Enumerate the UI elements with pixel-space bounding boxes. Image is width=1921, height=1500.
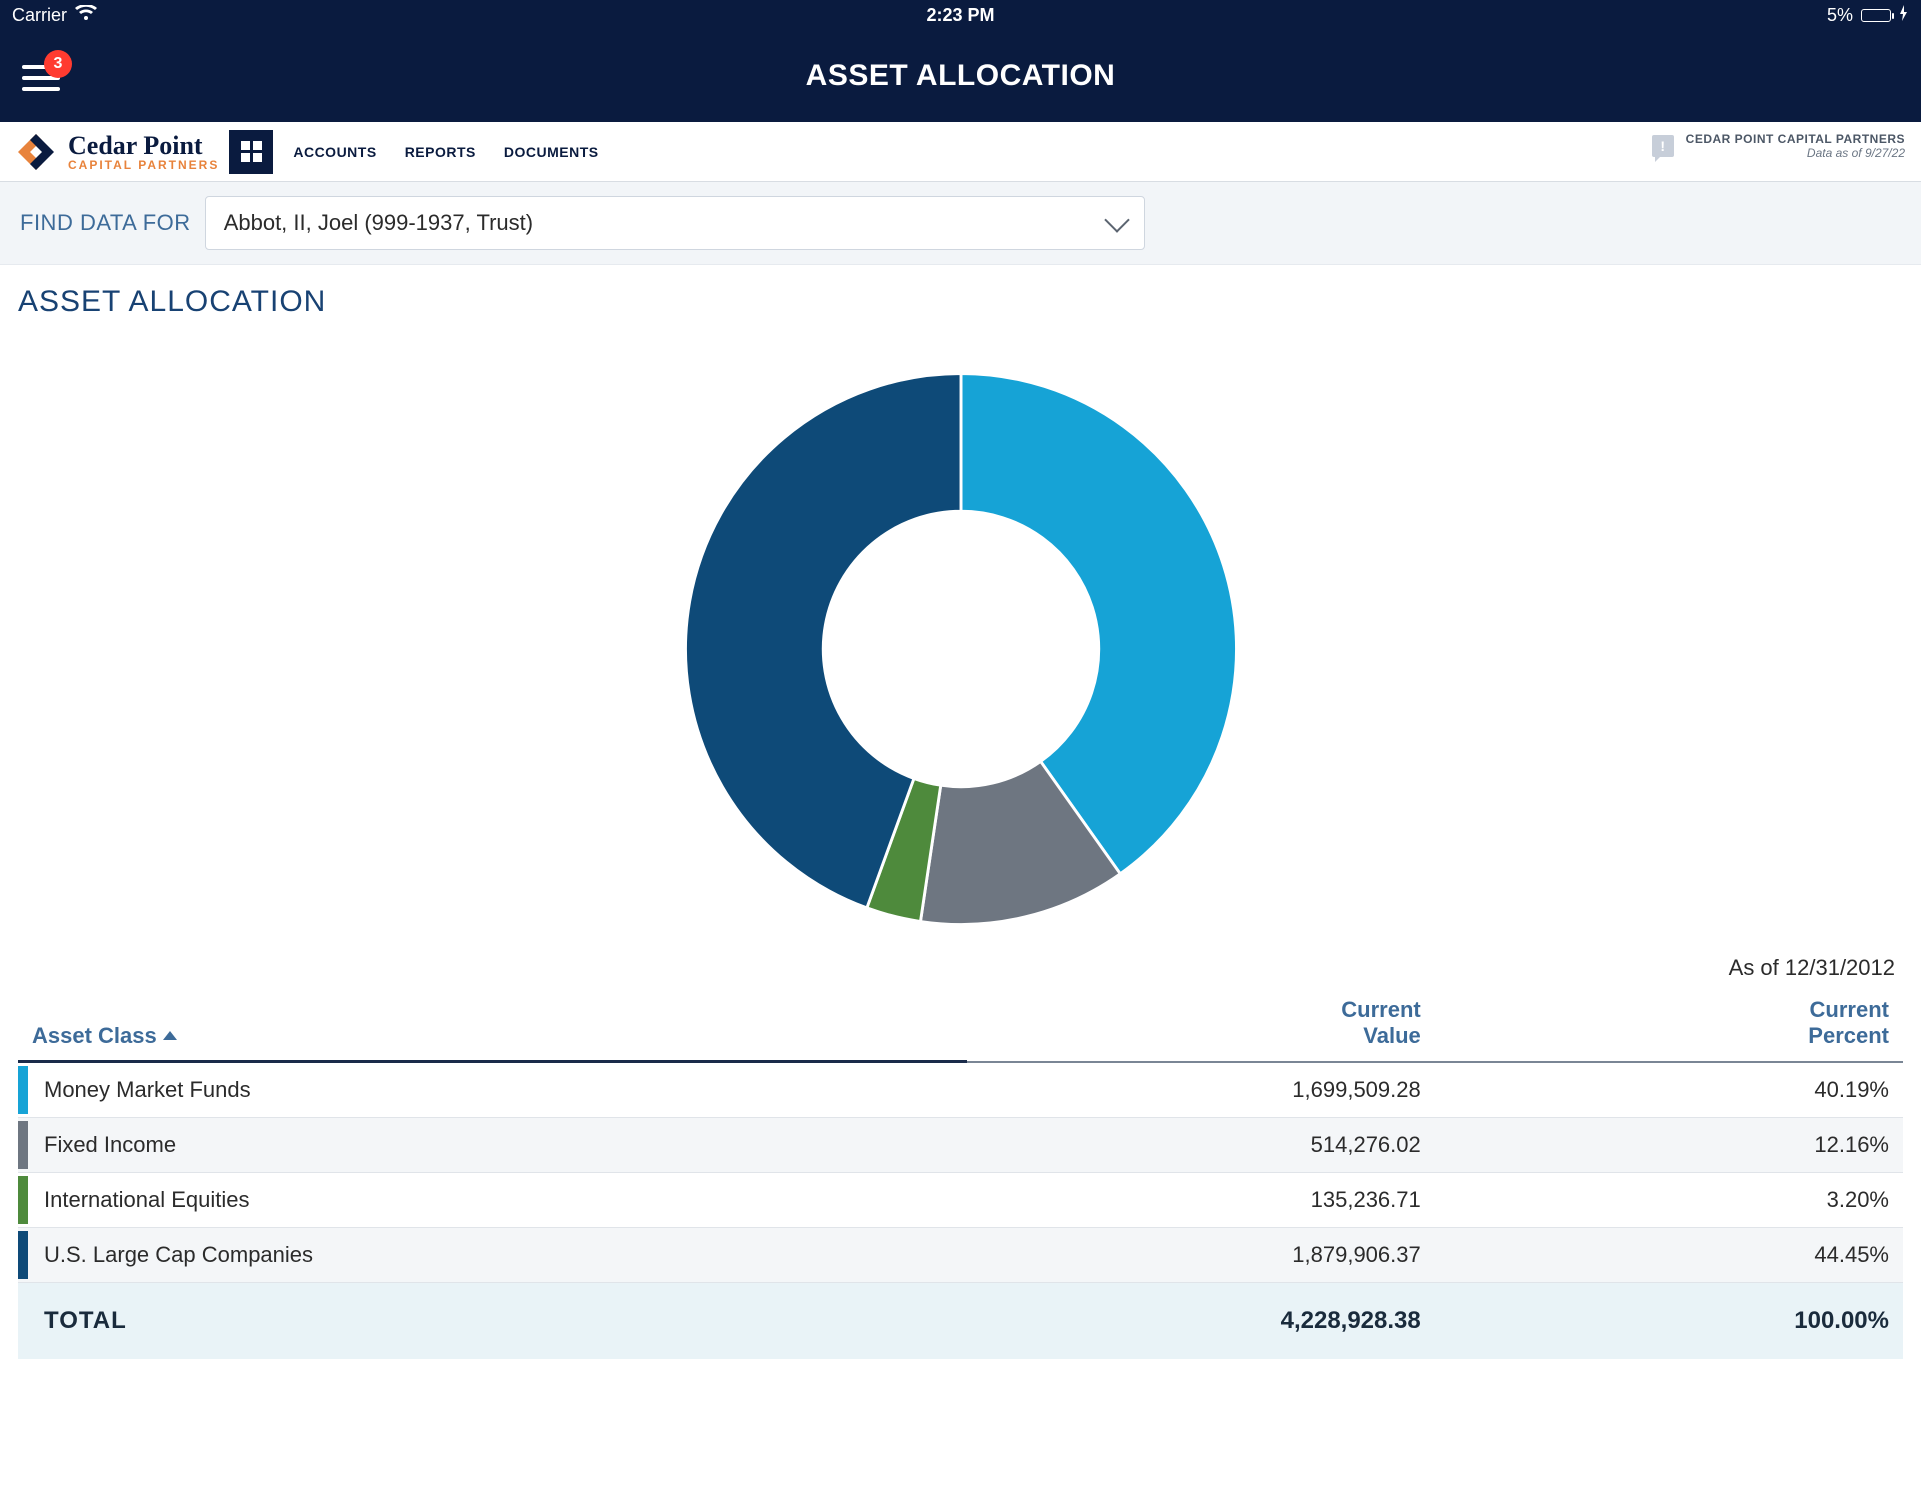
alerts-icon[interactable]: ! xyxy=(1652,135,1674,157)
row-asset-class: International Equities xyxy=(30,1173,967,1228)
row-color-swatch xyxy=(18,1121,28,1169)
find-data-for-label: FIND DATA FOR xyxy=(20,210,191,236)
allocation-donut-chart xyxy=(671,359,1251,939)
row-current-percent: 12.16% xyxy=(1435,1118,1903,1173)
total-percent: 100.00% xyxy=(1435,1283,1903,1360)
top-nav-bar: Cedar Point CAPITAL PARTNERS ACCOUNTS RE… xyxy=(0,122,1921,182)
total-value: 4,228,928.38 xyxy=(967,1283,1435,1360)
account-selector-bar: FIND DATA FOR Abbot, II, Joel (999-1937,… xyxy=(0,182,1921,265)
sort-ascending-icon xyxy=(163,1031,177,1040)
col-header-current-percent[interactable]: CurrentPercent xyxy=(1435,987,1903,1062)
row-color-swatch xyxy=(18,1176,28,1224)
row-current-percent: 40.19% xyxy=(1435,1062,1903,1118)
carrier-label: Carrier xyxy=(12,5,67,26)
row-current-value: 135,236.71 xyxy=(967,1173,1435,1228)
row-asset-class: U.S. Large Cap Companies xyxy=(30,1228,967,1283)
brand-logo[interactable]: Cedar Point CAPITAL PARTNERS xyxy=(12,128,219,176)
row-current-value: 1,699,509.28 xyxy=(967,1062,1435,1118)
nav-link-reports[interactable]: REPORTS xyxy=(405,144,476,160)
table-row[interactable]: Money Market Funds1,699,509.2840.19% xyxy=(18,1062,1903,1118)
hamburger-menu-button[interactable]: 3 xyxy=(22,56,66,100)
row-current-percent: 3.20% xyxy=(1435,1173,1903,1228)
total-row: TOTAL 4,228,928.38 100.00% xyxy=(18,1283,1903,1360)
account-select[interactable]: Abbot, II, Joel (999-1937, Trust) xyxy=(205,196,1145,250)
row-asset-class: Fixed Income xyxy=(30,1118,967,1173)
wifi-icon xyxy=(75,5,97,26)
row-current-percent: 44.45% xyxy=(1435,1228,1903,1283)
table-row[interactable]: U.S. Large Cap Companies1,879,906.3744.4… xyxy=(18,1228,1903,1283)
col-header-asset-class[interactable]: Asset Class xyxy=(18,987,967,1062)
logo-mark-icon xyxy=(12,128,60,176)
firm-name-label: CEDAR POINT CAPITAL PARTNERS xyxy=(1686,132,1905,146)
battery-icon xyxy=(1861,9,1891,22)
notification-badge: 3 xyxy=(44,50,72,78)
as-of-label: As of 12/31/2012 xyxy=(18,955,1903,981)
page-heading: ASSET ALLOCATION xyxy=(18,285,1903,319)
logo-text-top: Cedar Point xyxy=(68,133,219,159)
table-row[interactable]: Fixed Income514,276.0212.16% xyxy=(18,1118,1903,1173)
table-row[interactable]: International Equities135,236.713.20% xyxy=(18,1173,1903,1228)
charging-icon xyxy=(1899,5,1909,26)
app-title: ASSET ALLOCATION xyxy=(806,59,1116,93)
row-color-swatch xyxy=(18,1066,28,1114)
logo-text-bottom: CAPITAL PARTNERS xyxy=(68,159,219,171)
row-current-value: 514,276.02 xyxy=(967,1118,1435,1173)
col-header-current-value[interactable]: CurrentValue xyxy=(967,987,1435,1062)
account-select-value: Abbot, II, Joel (999-1937, Trust) xyxy=(224,210,533,236)
allocation-table: Asset Class CurrentValue CurrentPercent … xyxy=(18,987,1903,1359)
row-asset-class: Money Market Funds xyxy=(30,1062,967,1118)
row-color-swatch xyxy=(18,1231,28,1279)
battery-percent: 5% xyxy=(1827,5,1853,26)
total-label: TOTAL xyxy=(30,1283,967,1360)
apps-grid-button[interactable] xyxy=(229,130,273,174)
nav-link-accounts[interactable]: ACCOUNTS xyxy=(293,144,376,160)
nav-links: ACCOUNTS REPORTS DOCUMENTS xyxy=(293,144,598,160)
status-time: 2:23 PM xyxy=(926,5,994,26)
row-current-value: 1,879,906.37 xyxy=(967,1228,1435,1283)
chevron-down-icon xyxy=(1104,207,1129,232)
device-status-bar: Carrier 2:23 PM 5% xyxy=(0,0,1921,30)
data-as-of-label: Data as of 9/27/22 xyxy=(1686,146,1905,160)
nav-link-documents[interactable]: DOCUMENTS xyxy=(504,144,599,160)
app-title-bar: 3 ASSET ALLOCATION xyxy=(0,30,1921,122)
